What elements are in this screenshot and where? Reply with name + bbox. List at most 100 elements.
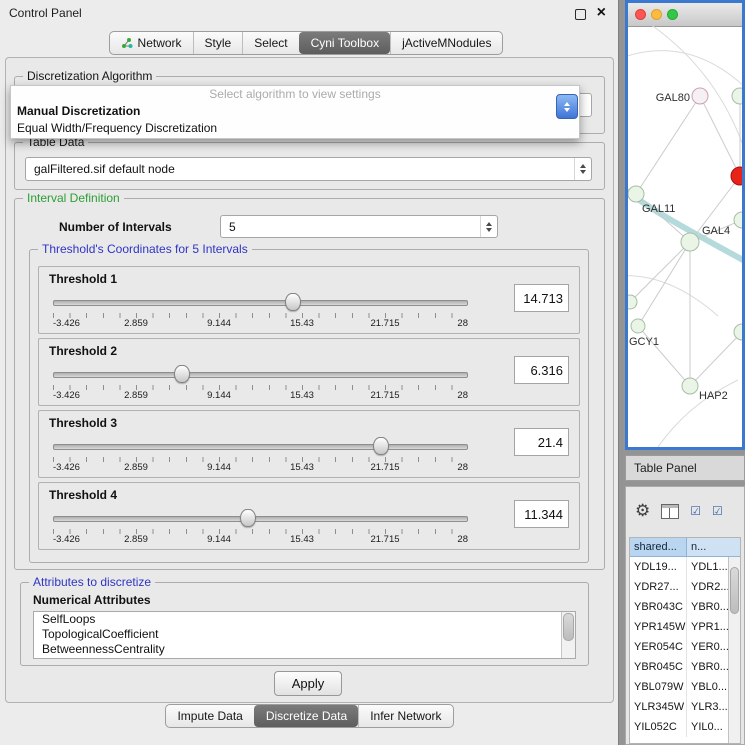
slider-thumb[interactable]: [174, 365, 190, 383]
combo-stepper-icon[interactable]: [556, 94, 578, 119]
scale-tick-label: 21.715: [370, 534, 399, 545]
tab-cyni-toolbox[interactable]: Cyni Toolbox: [299, 32, 390, 54]
tab-infer-network[interactable]: Infer Network: [358, 705, 452, 727]
table-row[interactable]: YDL19...YDL1...: [630, 557, 740, 577]
checkbox-icon[interactable]: ☑: [712, 504, 723, 518]
gear-icon[interactable]: ⚙: [635, 501, 650, 521]
slider-thumb[interactable]: [285, 293, 301, 311]
close-traffic-light-icon[interactable]: [635, 9, 646, 20]
table-row[interactable]: YDR27...YDR2...: [630, 577, 740, 597]
network-node[interactable]: [734, 212, 742, 228]
threshold-slider[interactable]: -3.4262.8599.14415.4321.71528: [53, 290, 468, 330]
tab-network[interactable]: Network: [110, 32, 193, 54]
group-title: Discretization Algorithm: [23, 69, 156, 83]
bottom-tabs-container: Impute DataDiscretize DataInfer Network: [165, 704, 453, 728]
column-header-shared-name[interactable]: shared...: [630, 538, 687, 557]
slider-track[interactable]: [53, 300, 468, 306]
attribute-item[interactable]: SelfLoops: [34, 612, 575, 627]
threshold-value-field[interactable]: 21.4: [514, 428, 569, 456]
node-gcy1[interactable]: [631, 319, 645, 333]
scale-tick-label: 2.859: [124, 390, 148, 401]
float-window-icon[interactable]: [575, 9, 586, 20]
slider-track[interactable]: [53, 372, 468, 378]
group-title: Threshold's Coordinates for 5 Intervals: [38, 242, 252, 256]
network-view-window: GAL80GAL11GAL4GCY1HAP2: [625, 0, 745, 450]
threshold-slider[interactable]: -3.4262.8599.14415.4321.71528: [53, 506, 468, 546]
threshold-label: Threshold 1: [49, 272, 117, 286]
table-data-combobox[interactable]: galFiltered.sif default node: [25, 157, 592, 181]
close-icon[interactable]: ×: [597, 4, 606, 22]
cell-shared-name: YLR345W: [630, 697, 687, 717]
control-panel-titlebar[interactable]: Control Panel ×: [0, 0, 618, 26]
node-hap2[interactable]: [682, 378, 698, 394]
table-row[interactable]: YBR045CYBR0...: [630, 657, 740, 677]
table-row[interactable]: YER054CYER0...: [630, 637, 740, 657]
popup-option-equal-width-frequency[interactable]: Equal Width/Frequency Discretization: [11, 120, 579, 137]
attribute-item[interactable]: BetweennessCentrality: [34, 642, 575, 657]
table-row[interactable]: YBR043CYBR0...: [630, 597, 740, 617]
desktop: Control Panel × NetworkStyleSelectCyni T…: [0, 0, 745, 745]
scrollbar[interactable]: [561, 612, 575, 658]
apply-button[interactable]: Apply: [274, 671, 342, 696]
threshold-label: Threshold 4: [49, 488, 117, 502]
slider-track[interactable]: [53, 516, 468, 522]
tab-select[interactable]: Select: [242, 32, 298, 54]
node-gal11[interactable]: [628, 186, 644, 202]
slider-scale: -3.4262.8599.14415.4321.71528: [53, 318, 468, 329]
columns-icon[interactable]: [661, 504, 679, 519]
scale-tick-label: 2.859: [124, 462, 148, 473]
tab-impute-data[interactable]: Impute Data: [166, 705, 253, 727]
threshold-slider[interactable]: -3.4262.8599.14415.4321.71528: [53, 434, 468, 474]
combo-stepper-icon[interactable]: [574, 158, 591, 180]
tab-style[interactable]: Style: [193, 32, 243, 54]
network-canvas[interactable]: GAL80GAL11GAL4GCY1HAP2: [628, 26, 742, 447]
scale-tick-label: -3.426: [53, 318, 80, 329]
scale-tick-label: 9.144: [207, 462, 231, 473]
network-node[interactable]: [734, 324, 742, 340]
slider-scale: -3.4262.8599.14415.4321.71528: [53, 390, 468, 401]
node-table: shared... n... YDL19...YDL1...YDR27...YD…: [629, 537, 741, 744]
numerical-attributes-list[interactable]: SelfLoopsTopologicalCoefficientBetweenne…: [33, 611, 576, 659]
threshold-slider[interactable]: -3.4262.8599.14415.4321.71528: [53, 362, 468, 402]
slider-thumb[interactable]: [240, 509, 256, 527]
table-toolbar: ⚙ ☑ ☑: [626, 487, 744, 535]
attributes-group: Attributes to discretize Numerical Attri…: [20, 582, 589, 666]
tab-discretize-data[interactable]: Discretize Data: [254, 705, 358, 727]
network-node[interactable]: [731, 167, 742, 185]
scale-tick-label: 28: [457, 390, 468, 401]
minimize-traffic-light-icon[interactable]: [651, 9, 662, 20]
checkbox-icon[interactable]: ☑: [690, 504, 701, 518]
network-node[interactable]: [628, 295, 637, 309]
table-panel-titlebar[interactable]: Table Panel: [625, 455, 745, 481]
network-icon: [121, 37, 133, 49]
threshold-value-field[interactable]: 11.344: [514, 500, 569, 528]
scale-tick-label: 21.715: [370, 462, 399, 473]
table-row[interactable]: YLR345WYLR3...: [630, 697, 740, 717]
table-row[interactable]: YIL052CYIL0...: [630, 717, 740, 737]
attribute-item[interactable]: TopologicalCoefficient: [34, 627, 575, 642]
scale-tick-label: 28: [457, 318, 468, 329]
scrollbar-thumb[interactable]: [563, 613, 574, 641]
threshold-value-field[interactable]: 14.713: [514, 284, 569, 312]
popup-option-manual-discretization[interactable]: Manual Discretization: [11, 103, 579, 120]
table-row[interactable]: YBL079WYBL0...: [630, 677, 740, 697]
network-node[interactable]: [732, 88, 742, 104]
column-header-name[interactable]: n...: [687, 538, 740, 557]
popup-prompt: Select algorithm to view settings: [11, 86, 579, 103]
scrollbar-thumb[interactable]: [730, 567, 739, 614]
table-header-row: shared... n...: [630, 538, 740, 557]
zoom-traffic-light-icon[interactable]: [667, 9, 678, 20]
table-row[interactable]: YPR145WYPR1...: [630, 617, 740, 637]
threshold-value-field[interactable]: 6.316: [514, 356, 569, 384]
slider-track[interactable]: [53, 444, 468, 450]
network-window-titlebar[interactable]: [628, 3, 742, 27]
tab-jactivemnodules[interactable]: jActiveMNodules: [390, 32, 502, 54]
node-gal4[interactable]: [681, 233, 699, 251]
slider-thumb[interactable]: [373, 437, 389, 455]
node-gal80[interactable]: [692, 88, 708, 104]
bottom-tab-bar: Impute DataDiscretize DataInfer Network: [0, 704, 619, 728]
combo-stepper-icon[interactable]: [480, 216, 497, 237]
table-scrollbar[interactable]: [728, 557, 740, 743]
scale-tick-label: -3.426: [53, 390, 80, 401]
number-of-intervals-combobox[interactable]: 5: [220, 215, 498, 238]
